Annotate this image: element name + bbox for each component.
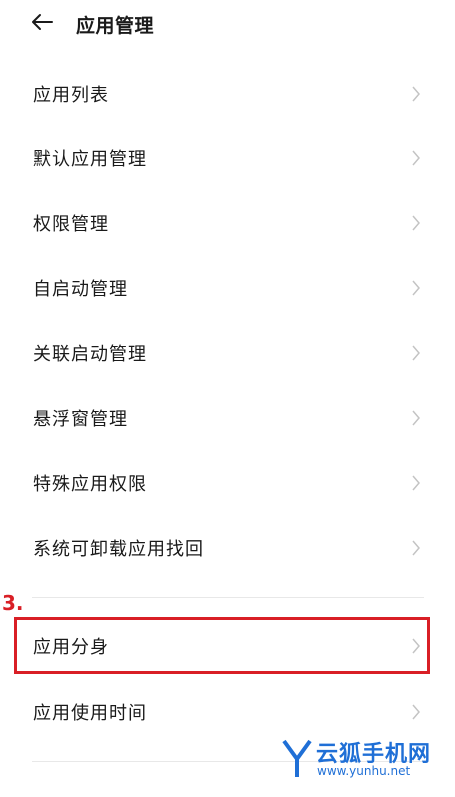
chevron-right-icon bbox=[412, 280, 420, 296]
menu-item-restore-system-apps[interactable]: 系统可卸载应用找回 bbox=[0, 516, 455, 580]
chevron-right-icon bbox=[412, 475, 420, 491]
menu-item-associated-launch[interactable]: 关联启动管理 bbox=[0, 321, 455, 385]
menu-item-label: 应用使用时间 bbox=[33, 703, 147, 724]
menu-item-floating-window[interactable]: 悬浮窗管理 bbox=[0, 386, 455, 450]
menu-item-default-apps[interactable]: 默认应用管理 bbox=[0, 126, 455, 190]
menu-item-label: 系统可卸载应用找回 bbox=[33, 539, 204, 560]
chevron-right-icon bbox=[412, 86, 420, 102]
menu-item-label: 自启动管理 bbox=[33, 279, 128, 300]
page-title: 应用管理 bbox=[76, 15, 155, 37]
menu-item-app-list[interactable]: 应用列表 bbox=[0, 62, 455, 126]
back-arrow-icon[interactable] bbox=[30, 12, 54, 32]
watermark-url: www.yunhu.net bbox=[317, 764, 411, 778]
step-annotation: 3. bbox=[2, 591, 24, 615]
menu-item-label: 悬浮窗管理 bbox=[33, 409, 128, 430]
menu-item-special-permissions[interactable]: 特殊应用权限 bbox=[0, 451, 455, 515]
chevron-right-icon bbox=[412, 540, 420, 556]
section-divider bbox=[32, 597, 424, 598]
menu-item-autostart[interactable]: 自启动管理 bbox=[0, 256, 455, 320]
menu-item-label: 权限管理 bbox=[33, 214, 109, 235]
chevron-right-icon bbox=[412, 150, 420, 166]
menu-item-label: 特殊应用权限 bbox=[33, 474, 147, 495]
menu-item-label: 应用列表 bbox=[33, 85, 109, 106]
chevron-right-icon bbox=[412, 215, 420, 231]
menu-item-label: 默认应用管理 bbox=[33, 149, 147, 170]
highlight-box bbox=[14, 617, 430, 674]
app-header: 应用管理 bbox=[0, 0, 455, 48]
chevron-right-icon bbox=[412, 410, 420, 426]
chevron-right-icon bbox=[412, 704, 420, 720]
menu-item-label: 关联启动管理 bbox=[33, 344, 147, 365]
yunhu-logo-icon bbox=[282, 739, 312, 777]
menu-item-permissions[interactable]: 权限管理 bbox=[0, 191, 455, 255]
watermark: 云狐手机网 www.yunhu.net bbox=[282, 735, 452, 785]
chevron-right-icon bbox=[412, 345, 420, 361]
